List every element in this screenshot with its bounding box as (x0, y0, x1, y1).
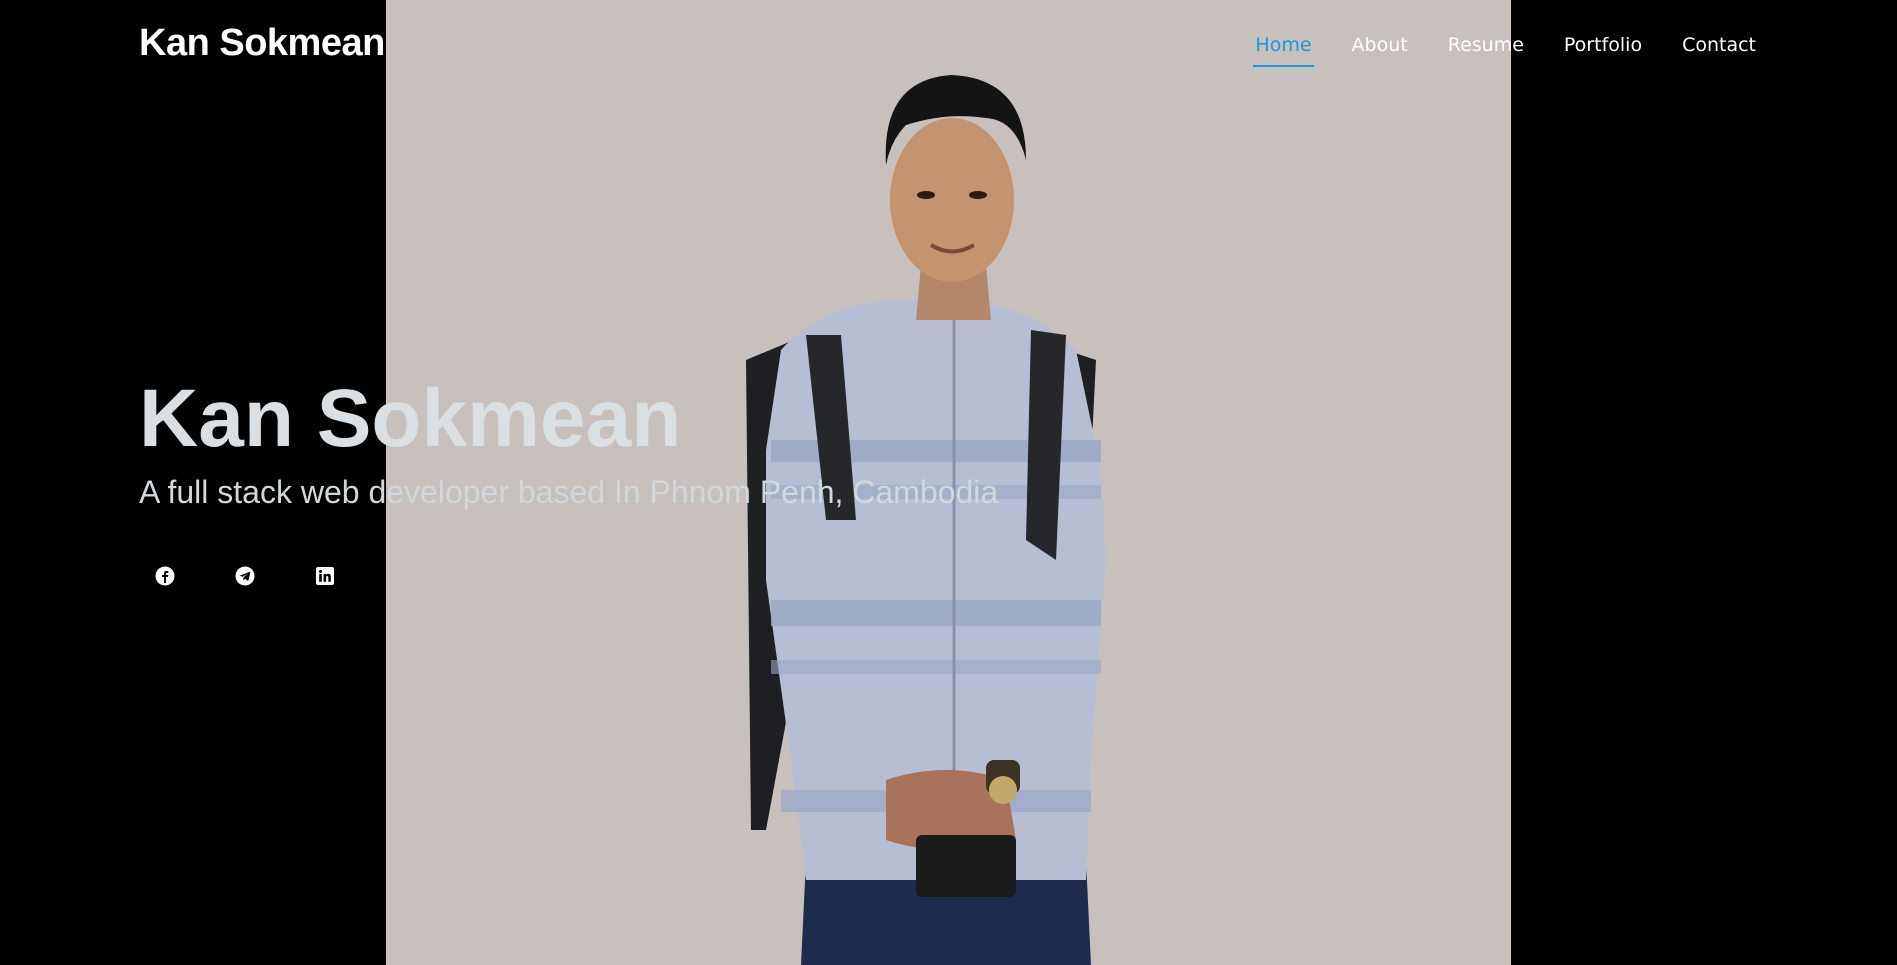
facebook-link[interactable] (139, 556, 191, 596)
nav-portfolio[interactable]: Portfolio (1564, 34, 1642, 56)
facebook-icon (155, 566, 175, 586)
social-links (139, 556, 379, 596)
telegram-link[interactable] (219, 556, 271, 596)
main-nav: Home About Resume Portfolio Contact (1215, 34, 1756, 67)
hero-section: Kan Sokmean A full stack web developer b… (139, 372, 998, 511)
linkedin-link[interactable] (299, 556, 351, 596)
hero-title: Kan Sokmean (139, 373, 682, 464)
nav-contact[interactable]: Contact (1682, 34, 1756, 56)
nav-about[interactable]: About (1352, 34, 1408, 56)
nav-resume[interactable]: Resume (1448, 34, 1524, 56)
linkedin-icon (316, 567, 334, 585)
telegram-icon (235, 566, 255, 586)
nav-home[interactable]: Home (1253, 34, 1314, 67)
site-logo[interactable]: Kan Sokmean (139, 22, 385, 65)
hero-subtitle: A full stack web developer based In Phno… (139, 474, 999, 510)
site-header: Kan Sokmean Home About Resume Portfolio … (0, 0, 1897, 90)
page: Kan Sokmean Home About Resume Portfolio … (0, 0, 1897, 965)
